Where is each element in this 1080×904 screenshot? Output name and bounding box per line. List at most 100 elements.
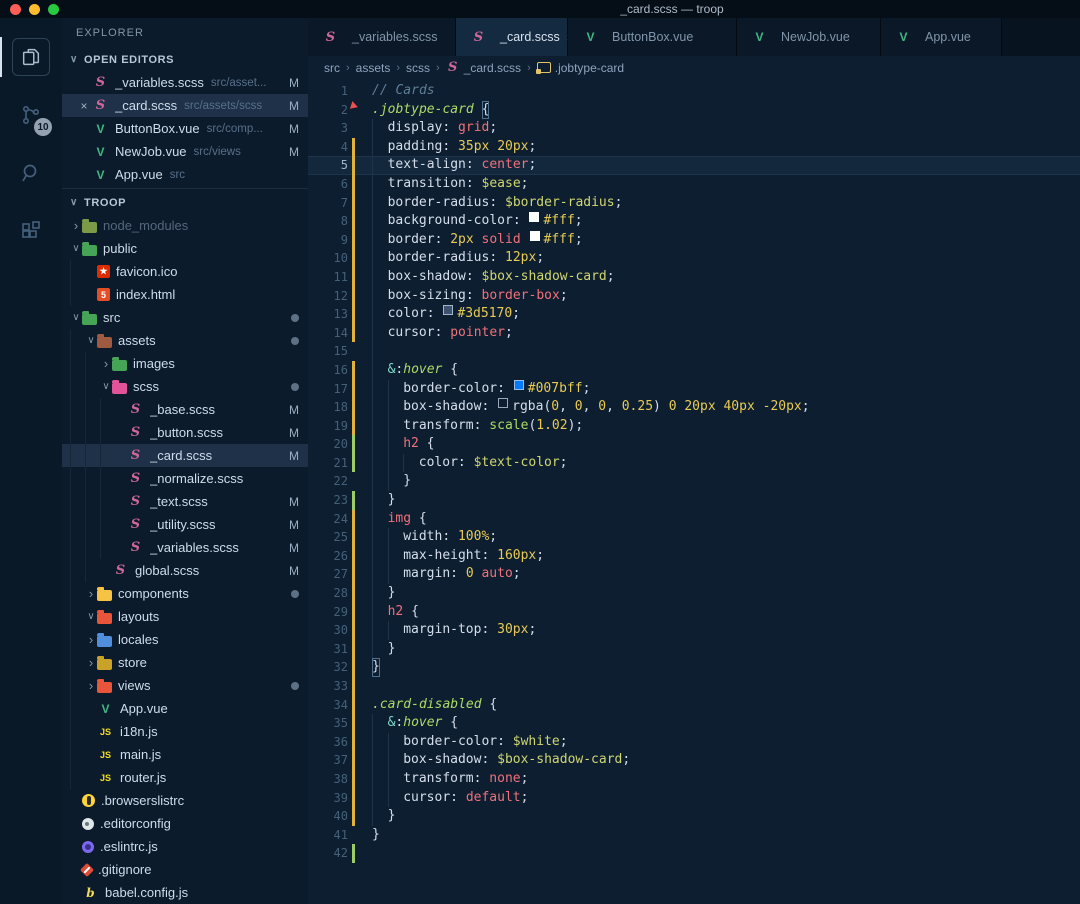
- tree-item--eslintrc-js[interactable]: .eslintrc.js: [62, 835, 308, 858]
- line-number[interactable]: 41: [308, 826, 348, 845]
- code-line[interactable]: 4padding: 35px 20px;: [308, 138, 1080, 157]
- tree-item--gitignore[interactable]: .gitignore: [62, 858, 308, 881]
- open-editor-item[interactable]: ×S_card.scsssrc/assets/scssM: [62, 94, 308, 117]
- code-line[interactable]: 7border-radius: $border-radius;: [308, 194, 1080, 213]
- line-number[interactable]: 32: [308, 658, 348, 677]
- open-editor-item[interactable]: VButtonBox.vuesrc/comp...M: [62, 117, 308, 140]
- code-line[interactable]: 10border-radius: 12px;: [308, 249, 1080, 268]
- code-line[interactable]: 24img {: [308, 510, 1080, 529]
- line-number[interactable]: 37: [308, 751, 348, 770]
- chevron-down-icon[interactable]: ∨: [70, 243, 82, 254]
- code-line[interactable]: 30margin-top: 30px;: [308, 621, 1080, 640]
- code-line[interactable]: 5text-align: center;: [308, 156, 1080, 175]
- code-line[interactable]: 39cursor: default;: [308, 789, 1080, 808]
- open-editor-item[interactable]: VNewJob.vuesrc/viewsM: [62, 140, 308, 163]
- tree-item--button-scss[interactable]: S_button.scssM: [62, 421, 308, 444]
- code-line[interactable]: 20h2 {: [308, 435, 1080, 454]
- tree-item-global-scss[interactable]: Sglobal.scssM: [62, 559, 308, 582]
- tree-item--normalize-scss[interactable]: S_normalize.scss: [62, 467, 308, 490]
- code-line[interactable]: 22}: [308, 472, 1080, 491]
- code-line[interactable]: 9border: 2px solid #fff;: [308, 231, 1080, 250]
- code-line[interactable]: 37box-shadow: $box-shadow-card;: [308, 751, 1080, 770]
- tree-item-index-html[interactable]: 5index.html: [62, 283, 308, 306]
- tree-item-main-js[interactable]: JSmain.js: [62, 743, 308, 766]
- project-section-header[interactable]: ∨ TROOP: [62, 191, 308, 214]
- code-line[interactable]: 32}: [308, 658, 1080, 677]
- code-line[interactable]: 8background-color: #fff;: [308, 212, 1080, 231]
- line-number[interactable]: 17: [308, 380, 348, 399]
- code-line[interactable]: 33: [308, 677, 1080, 696]
- line-number[interactable]: 10: [308, 249, 348, 268]
- line-number[interactable]: 13: [308, 305, 348, 324]
- tree-item-babel-config-js[interactable]: bbabel.config.js: [62, 881, 308, 904]
- line-number[interactable]: 35: [308, 714, 348, 733]
- line-number[interactable]: 2: [308, 101, 348, 120]
- breadcrumb-item[interactable]: assets: [356, 61, 391, 75]
- tree-item-assets[interactable]: ∨assets: [62, 329, 308, 352]
- line-number[interactable]: 3: [308, 119, 348, 138]
- explorer-activity-item[interactable]: [0, 28, 62, 86]
- breadcrumb-item[interactable]: .jobtype-card: [537, 61, 624, 75]
- tree-item-router-js[interactable]: JSrouter.js: [62, 766, 308, 789]
- line-number[interactable]: 19: [308, 417, 348, 436]
- code-line[interactable]: 35&:hover {: [308, 714, 1080, 733]
- code-line[interactable]: 12box-sizing: border-box;: [308, 287, 1080, 306]
- code-line[interactable]: 15: [308, 342, 1080, 361]
- line-number[interactable]: 33: [308, 677, 348, 696]
- minimize-window-button[interactable]: [29, 4, 40, 15]
- code-line[interactable]: 14cursor: pointer;: [308, 324, 1080, 343]
- code-line[interactable]: 28}: [308, 584, 1080, 603]
- code-line[interactable]: 38transform: none;: [308, 770, 1080, 789]
- code-line[interactable]: 31}: [308, 640, 1080, 659]
- line-number[interactable]: 8: [308, 212, 348, 231]
- close-window-button[interactable]: [10, 4, 21, 15]
- tab-buttonbox-vue[interactable]: VButtonBox.vue: [568, 18, 737, 56]
- tree-item-i18n-js[interactable]: JSi18n.js: [62, 720, 308, 743]
- chevron-down-icon[interactable]: ∨: [100, 381, 112, 392]
- chevron-down-icon[interactable]: ∨: [70, 312, 82, 323]
- code-editor[interactable]: 1// Cards2.jobtype-card {3display: grid;…: [308, 79, 1080, 904]
- tab-newjob-vue[interactable]: VNewJob.vue: [737, 18, 881, 56]
- search-activity-item[interactable]: [0, 144, 62, 202]
- tree-item--browserslistrc[interactable]: .browserslistrc: [62, 789, 308, 812]
- code-line[interactable]: 25width: 100%;: [308, 528, 1080, 547]
- tree-item--editorconfig[interactable]: .editorconfig: [62, 812, 308, 835]
- tab--variables-scss[interactable]: S_variables.scss: [308, 18, 456, 56]
- tree-item--base-scss[interactable]: S_base.scssM: [62, 398, 308, 421]
- code-line[interactable]: 17border-color: #007bff;: [308, 380, 1080, 399]
- tree-item--utility-scss[interactable]: S_utility.scssM: [62, 513, 308, 536]
- line-number[interactable]: 23: [308, 491, 348, 510]
- chevron-down-icon[interactable]: ∨: [85, 335, 97, 346]
- code-line[interactable]: 36border-color: $white;: [308, 733, 1080, 752]
- line-number[interactable]: 36: [308, 733, 348, 752]
- tree-item-views[interactable]: ›views: [62, 674, 308, 697]
- code-line[interactable]: 18box-shadow: rgba(0, 0, 0, 0.25) 0 20px…: [308, 398, 1080, 417]
- tab--card-scss[interactable]: S_card.scss×: [456, 18, 568, 56]
- line-number[interactable]: 22: [308, 472, 348, 491]
- line-number[interactable]: 4: [308, 138, 348, 157]
- code-line[interactable]: 11box-shadow: $box-shadow-card;: [308, 268, 1080, 287]
- line-number[interactable]: 27: [308, 565, 348, 584]
- tree-item-scss[interactable]: ∨scss: [62, 375, 308, 398]
- code-line[interactable]: 41}: [308, 826, 1080, 845]
- open-editor-item[interactable]: VApp.vuesrc: [62, 163, 308, 186]
- tree-item--variables-scss[interactable]: S_variables.scssM: [62, 536, 308, 559]
- line-number[interactable]: 16: [308, 361, 348, 380]
- line-number[interactable]: 12: [308, 287, 348, 306]
- tree-item-locales[interactable]: ›locales: [62, 628, 308, 651]
- line-number[interactable]: 14: [308, 324, 348, 343]
- line-number[interactable]: 5: [308, 156, 348, 175]
- tree-item-store[interactable]: ›store: [62, 651, 308, 674]
- extensions-activity-item[interactable]: [0, 202, 62, 260]
- line-number[interactable]: 29: [308, 603, 348, 622]
- line-number[interactable]: 9: [308, 231, 348, 250]
- tree-item--text-scss[interactable]: S_text.scssM: [62, 490, 308, 513]
- chevron-right-icon[interactable]: ›: [85, 586, 97, 601]
- code-line[interactable]: 27margin: 0 auto;: [308, 565, 1080, 584]
- code-line[interactable]: 6transition: $ease;: [308, 175, 1080, 194]
- line-number[interactable]: 39: [308, 789, 348, 808]
- line-number[interactable]: 6: [308, 175, 348, 194]
- code-line[interactable]: 21color: $text-color;: [308, 454, 1080, 473]
- close-icon[interactable]: ×: [76, 99, 92, 113]
- line-number[interactable]: 31: [308, 640, 348, 659]
